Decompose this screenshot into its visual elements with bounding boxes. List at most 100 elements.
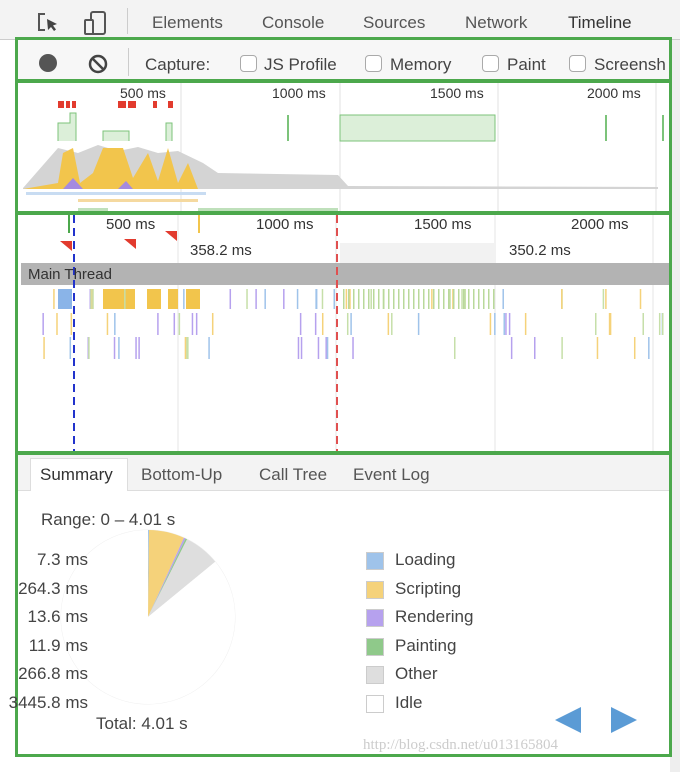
event-bar (605, 289, 607, 309)
event-bar (662, 313, 664, 335)
timeline-overview[interactable]: 500 ms 1000 ms 1500 ms 2000 ms (15, 80, 672, 214)
event-bar (461, 289, 463, 309)
legend-value: 11.9 ms (28, 635, 88, 655)
flame-tick: 1500 ms (414, 216, 472, 233)
event-bar (283, 289, 285, 309)
legend-label: Loading (395, 550, 456, 569)
event-bar (138, 337, 140, 359)
event-bar (639, 289, 642, 309)
event-block (58, 289, 72, 309)
event-bar (438, 289, 440, 309)
frame-marker (124, 239, 136, 249)
event-bar (296, 289, 299, 309)
event-bar (297, 337, 300, 359)
divider (128, 48, 129, 76)
capture-label: Capture: (145, 55, 211, 74)
tab-elements[interactable]: Elements (152, 13, 223, 33)
event-bar (393, 289, 395, 309)
event-bar (317, 337, 320, 359)
event-bar (321, 289, 324, 309)
memory-checkbox[interactable] (365, 55, 382, 72)
event-bar (642, 313, 644, 335)
event-bar (493, 289, 495, 309)
network-bar (26, 192, 206, 195)
event-bar (464, 289, 466, 309)
frame-box (340, 243, 495, 263)
event-bar (191, 313, 194, 335)
event-bar (387, 313, 390, 335)
event-bar (195, 313, 198, 335)
tab-timeline[interactable]: Timeline (568, 13, 632, 33)
tab-console[interactable]: Console (262, 13, 324, 33)
event-bar (343, 289, 345, 309)
event-block (168, 289, 178, 309)
event-block (147, 289, 161, 309)
tab-network[interactable]: Network (465, 13, 527, 33)
overview-tick: 2000 ms (587, 85, 641, 101)
event-bar (594, 313, 597, 335)
main-thread-label[interactable]: Main Thread (28, 266, 112, 283)
device-mode-icon[interactable] (82, 10, 108, 36)
devtools-tab-bar: Elements Console Sources Network Timelin… (0, 0, 680, 40)
main-thread-header (21, 263, 669, 285)
previous-arrow-icon[interactable] (555, 707, 581, 733)
event-bar (408, 289, 410, 309)
legend-row-painting: 11.9 ms Painting (18, 636, 456, 658)
flame-chart[interactable]: 500 ms 1000 ms 1500 ms 2000 ms 358.2 ms … (15, 212, 672, 454)
event-bar (373, 289, 375, 309)
legend-swatch (366, 695, 384, 713)
inspect-element-icon[interactable] (37, 12, 61, 34)
watermark: http://blog.csdn.net/u013165804 (363, 737, 558, 753)
event-bar (561, 337, 563, 359)
event-bar (368, 289, 370, 309)
event-bar (508, 313, 511, 335)
event-bar (325, 337, 327, 359)
event-bar (255, 289, 257, 309)
frame-marker (168, 101, 173, 108)
tab-call-tree[interactable]: Call Tree (259, 465, 327, 485)
frame-duration: 350.2 ms (509, 242, 571, 259)
frame-marker (118, 101, 126, 108)
tab-summary[interactable]: Summary (40, 465, 113, 485)
event-bar (184, 337, 187, 359)
js-profile-checkbox[interactable] (240, 55, 257, 72)
event-bar (383, 289, 385, 309)
event-bar (388, 289, 390, 309)
event-bar (633, 337, 636, 359)
screenshots-checkbox[interactable] (569, 55, 586, 72)
event-bar (42, 313, 44, 335)
event-block (186, 289, 200, 309)
tab-sources[interactable]: Sources (363, 13, 425, 33)
event-bar (524, 313, 527, 335)
event-bar (88, 337, 90, 359)
record-button[interactable] (39, 54, 57, 72)
event-bar (503, 313, 505, 335)
event-bar (106, 313, 109, 335)
event-block (103, 289, 135, 309)
event-bar (423, 289, 425, 309)
event-bar (178, 313, 181, 335)
tab-bottom-up[interactable]: Bottom-Up (141, 465, 222, 485)
event-bar (463, 289, 465, 309)
legend-value: 13.6 ms (27, 607, 88, 627)
next-arrow-icon[interactable] (611, 707, 637, 733)
frame-marker (58, 101, 64, 108)
frame-marker (72, 101, 76, 108)
legend-swatch (366, 580, 384, 599)
event-bar (398, 289, 400, 309)
event-bar (378, 289, 380, 309)
event-bar (391, 313, 393, 335)
legend-swatch (366, 552, 384, 570)
tab-event-log[interactable]: Event Log (353, 465, 430, 485)
event-bar (458, 289, 460, 309)
paint-checkbox[interactable] (482, 55, 499, 72)
event-bar (299, 313, 302, 335)
clear-button[interactable] (87, 53, 109, 75)
event-bar (448, 289, 450, 309)
event-bar (413, 289, 415, 309)
event-bar (118, 337, 120, 359)
frame-marker (66, 101, 70, 108)
event-bar (433, 289, 435, 309)
legend-label: Idle (395, 693, 423, 712)
event-bar (187, 337, 189, 359)
